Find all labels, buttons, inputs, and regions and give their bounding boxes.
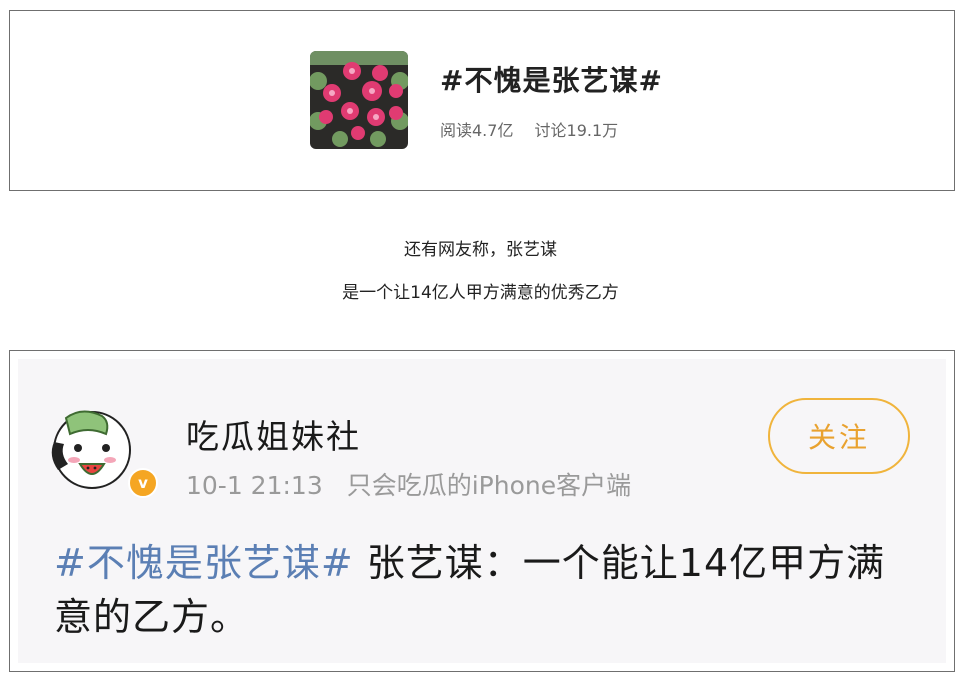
- topic-title[interactable]: #不愧是张艺谋#: [440, 59, 663, 99]
- topic-card[interactable]: #不愧是张艺谋# 阅读4.7亿 讨论19.1万: [9, 10, 955, 191]
- follow-button[interactable]: 关注: [768, 398, 910, 474]
- caption-line-1: 还有网友称，张艺谋: [404, 240, 557, 260]
- avatar[interactable]: [48, 404, 138, 494]
- topic-image: [310, 51, 408, 149]
- post-meta: 10-1 21:13 只会吃瓜的iPhone客户端: [186, 466, 631, 502]
- verified-badge-icon: v: [128, 468, 158, 498]
- topic-stats: 阅读4.7亿 讨论19.1万: [440, 117, 618, 141]
- post-time: 10-1 21:13: [186, 471, 323, 500]
- post-hashtag[interactable]: #不愧是张艺谋#: [54, 541, 354, 585]
- post-body: #不愧是张艺谋# 张艺谋：一个能让14亿甲方满意的乙方。: [54, 536, 914, 644]
- post-source: 只会吃瓜的iPhone客户端: [346, 471, 632, 500]
- post-username[interactable]: 吃瓜姐妹社: [186, 410, 361, 458]
- caption-line-2: 是一个让14亿人甲方满意的优秀乙方: [342, 283, 619, 303]
- topic-discussions: 讨论19.1万: [534, 121, 619, 140]
- topic-reads: 阅读4.7亿: [440, 121, 514, 140]
